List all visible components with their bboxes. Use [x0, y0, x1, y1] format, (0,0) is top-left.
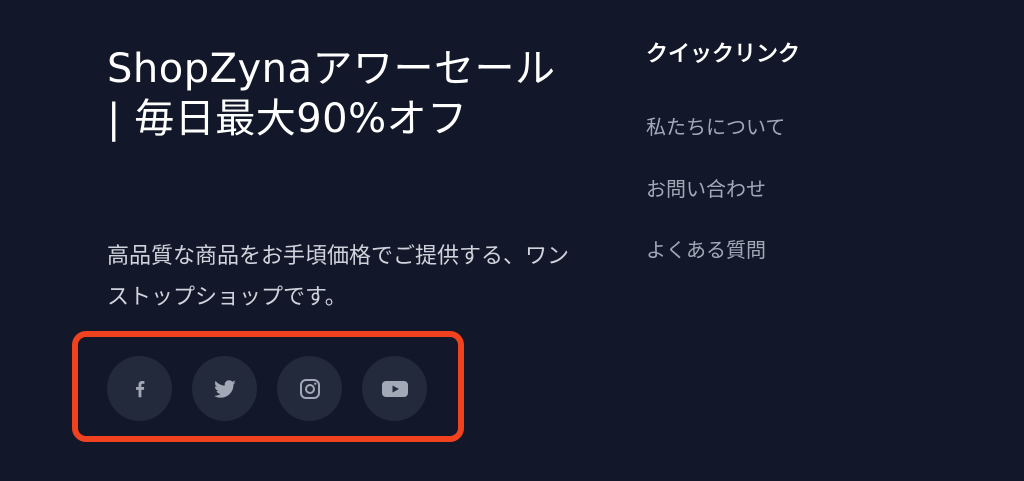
brand-headline: ShopZynaアワーセール | 毎日最大90%オフ [107, 46, 556, 142]
social-links [107, 356, 427, 421]
quick-links-section: クイックリンク 私たちについて お問い合わせ よくある質問 [646, 40, 976, 262]
youtube-icon [381, 378, 409, 400]
instagram-button[interactable] [277, 356, 342, 421]
twitter-icon [212, 376, 238, 402]
youtube-button[interactable] [362, 356, 427, 421]
quick-link-contact[interactable]: お問い合わせ [646, 174, 785, 236]
quick-links-heading: クイックリンク [646, 42, 801, 67]
twitter-button[interactable] [192, 356, 257, 421]
brand-tagline: 高品質な商品をお手頃価格でご提供する、ワンストップショップです。 [107, 244, 570, 310]
facebook-button[interactable] [107, 356, 172, 421]
quick-links-list: 私たちについて お問い合わせ よくある質問 [646, 112, 785, 297]
facebook-icon [129, 378, 151, 400]
quick-link-about-us[interactable]: 私たちについて [646, 112, 785, 174]
instagram-icon [298, 377, 322, 401]
brand-section: ShopZynaアワーセール | 毎日最大90%オフ [107, 44, 577, 144]
quick-link-faq[interactable]: よくある質問 [646, 235, 785, 297]
